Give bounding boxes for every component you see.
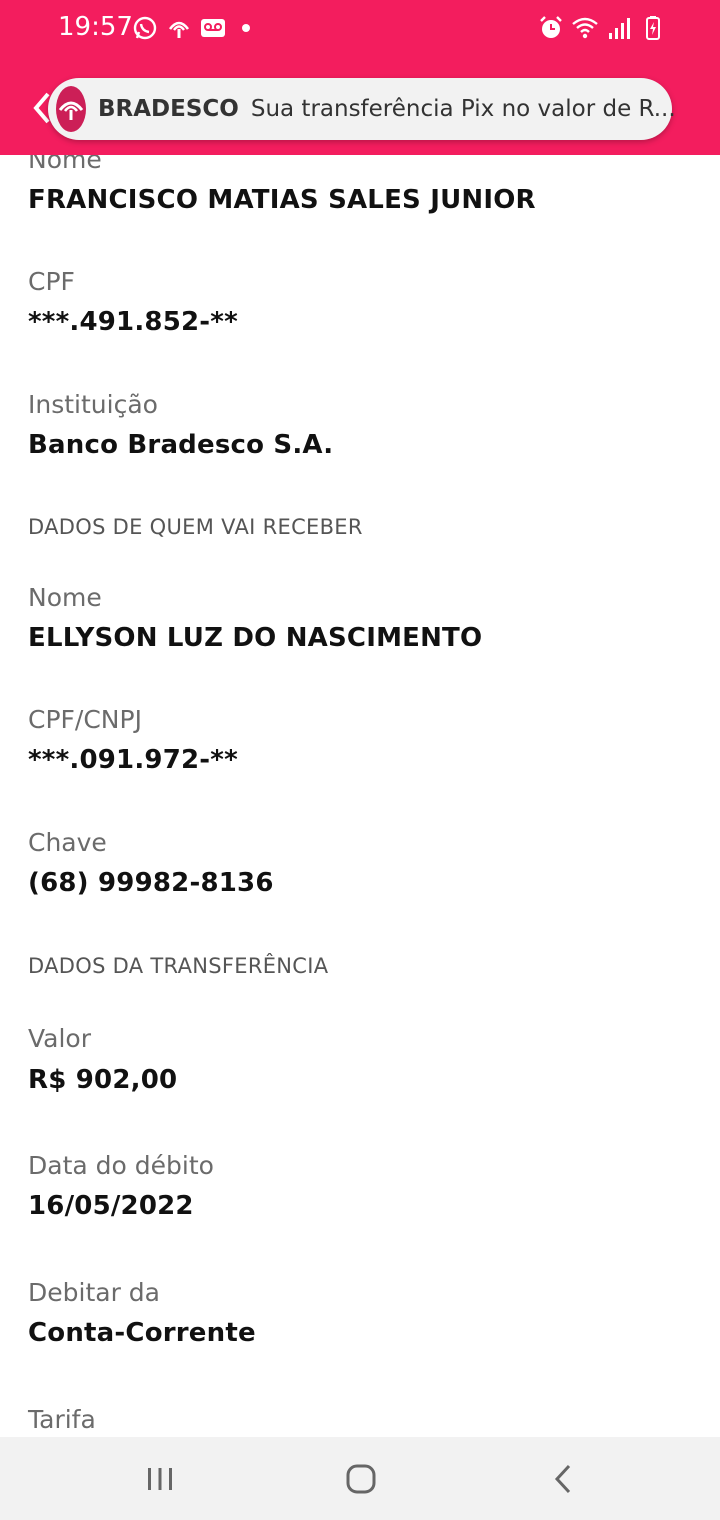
payer-cpf-label: CPF bbox=[28, 267, 75, 296]
transfer-amount-label: Valor bbox=[28, 1024, 92, 1053]
bradesco-icon bbox=[168, 21, 190, 38]
status-right-icons bbox=[538, 15, 666, 41]
payer-institution-value: Banco Bradesco S.A. bbox=[28, 430, 334, 460]
payer-cpf-value: ***.491.852-** bbox=[28, 307, 238, 337]
payer-name-label: Nome bbox=[28, 155, 102, 174]
system-nav-bar bbox=[0, 1437, 720, 1520]
alarm-icon bbox=[540, 16, 562, 38]
notification-dot bbox=[242, 24, 250, 32]
battery-charging-icon bbox=[646, 16, 660, 40]
home-icon[interactable] bbox=[341, 1459, 381, 1499]
payer-name-value: FRANCISCO MATIAS SALES JUNIOR bbox=[28, 185, 536, 215]
receiver-doc-value: ***.091.972-** bbox=[28, 745, 238, 775]
receiver-key-value: (68) 99982-8136 bbox=[28, 868, 274, 898]
wifi-icon bbox=[572, 17, 598, 39]
notification-text: Sua transferência Pix no valor de R... bbox=[250, 96, 676, 122]
back-icon[interactable] bbox=[544, 1459, 584, 1499]
bradesco-logo-icon bbox=[56, 86, 86, 132]
signal-icon bbox=[609, 18, 630, 39]
notification-app-name: BRADESCO bbox=[98, 96, 239, 122]
transfer-debit-label: Debitar da bbox=[28, 1278, 160, 1307]
transfer-section-title: DADOS DA TRANSFERÊNCIA bbox=[28, 954, 329, 978]
receiver-doc-label: CPF/CNPJ bbox=[28, 705, 142, 734]
payer-institution-label: Instituição bbox=[28, 390, 158, 419]
receiver-name-value: ELLYSON LUZ DO NASCIMENTO bbox=[28, 623, 483, 653]
transfer-amount-value: R$ 902,00 bbox=[28, 1065, 178, 1095]
receiver-key-label: Chave bbox=[28, 828, 107, 857]
receiver-section-title: DADOS DE QUEM VAI RECEBER bbox=[28, 515, 363, 539]
receiver-name-label: Nome bbox=[28, 583, 102, 612]
status-row: 19:57 bbox=[0, 0, 720, 58]
transfer-debit-value: Conta-Corrente bbox=[28, 1318, 256, 1348]
notification-banner[interactable]: BRADESCO Sua transferência Pix no valor … bbox=[48, 78, 676, 140]
status-bar: 19:57 BRADESCO Sua transferência Pix no … bbox=[0, 0, 720, 155]
transfer-details[interactable]: Nome FRANCISCO MATIAS SALES JUNIOR CPF *… bbox=[0, 155, 720, 1437]
transfer-date-value: 16/05/2022 bbox=[28, 1191, 194, 1221]
status-left-icons bbox=[132, 15, 250, 41]
recents-icon[interactable] bbox=[140, 1459, 180, 1499]
voicemail-icon bbox=[201, 19, 225, 37]
whatsapp-icon bbox=[133, 16, 157, 40]
transfer-date-label: Data do débito bbox=[28, 1151, 214, 1180]
transfer-fee-label: Tarifa bbox=[28, 1405, 96, 1434]
status-time: 19:57 bbox=[58, 12, 133, 42]
